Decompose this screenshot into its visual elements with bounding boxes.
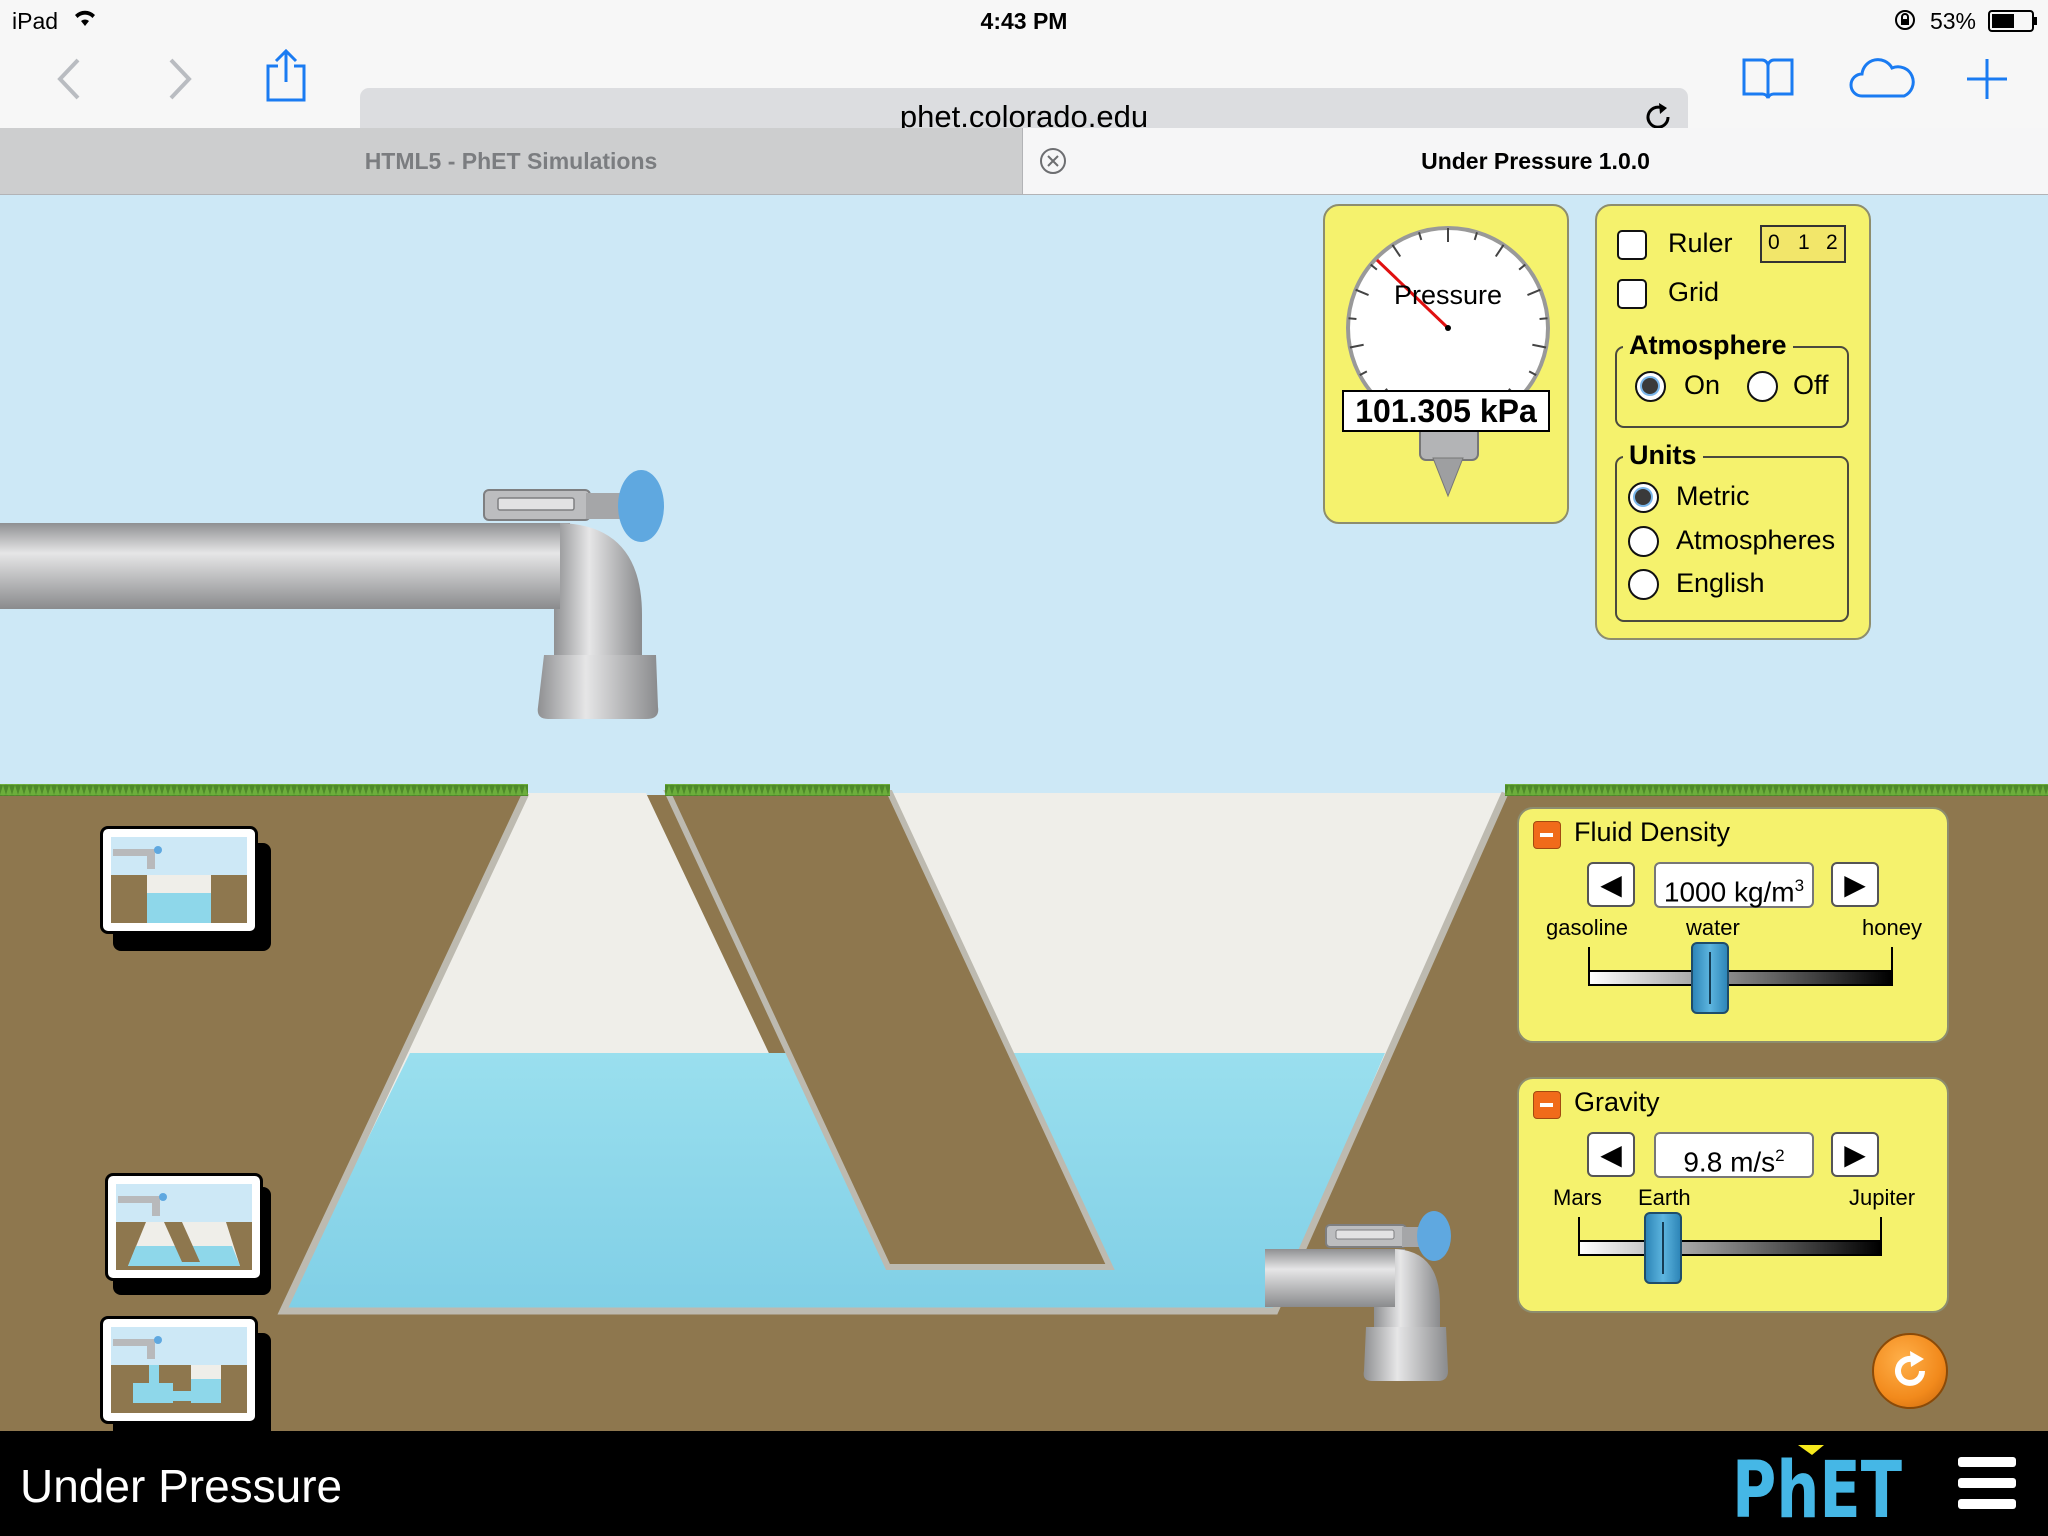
gravity-mid-label: Earth (1638, 1185, 1691, 1210)
scene-button-square-pool[interactable] (100, 826, 258, 934)
sim-title: Under Pressure (20, 1460, 343, 1512)
units-atmospheres-radio[interactable] (1628, 526, 1659, 557)
grass-middle (665, 784, 890, 796)
atmosphere-on-label: On (1684, 370, 1721, 400)
svg-text:PhET: PhET (1732, 1446, 1902, 1527)
square-pool-thumbnail (111, 837, 247, 923)
tab-title: Under Pressure 1.0.0 (1421, 148, 1650, 174)
atmosphere-title: Atmosphere (1623, 330, 1793, 361)
gravity-panel: Gravity ◀ 9.8 m/s2 ▶ Mars Earth Jupiter (1517, 1077, 1949, 1313)
fluid-density-slider-track[interactable] (1588, 970, 1893, 986)
scene-button-chamber-pool[interactable] (100, 1316, 258, 1424)
ruler-icon: 0 1 2 (1760, 225, 1846, 263)
fluid-density-title: Fluid Density (1574, 817, 1731, 847)
gravity-slider-thumb[interactable] (1644, 1212, 1683, 1284)
new-tab-button[interactable] (1964, 56, 2010, 107)
right-arrow-icon: ▶ (1844, 869, 1866, 900)
icloud-tabs-button[interactable] (1846, 56, 1918, 107)
gauge-readout: 101.305 kPa (1342, 390, 1550, 432)
atmosphere-off-radio[interactable] (1747, 371, 1778, 402)
gravity-decrease-button[interactable]: ◀ (1587, 1132, 1635, 1177)
close-tab-button[interactable] (1039, 147, 1067, 180)
left-arrow-icon: ◀ (1600, 1139, 1622, 1170)
plus-icon (1967, 59, 2007, 99)
atmosphere-on-radio[interactable] (1635, 371, 1666, 402)
reset-icon (1895, 1351, 1925, 1386)
fluid-density-panel: Fluid Density ◀ 1000 kg/m3 ▶ gasoline wa… (1517, 807, 1949, 1043)
reset-all-button[interactable] (1872, 1333, 1948, 1409)
fluid-density-mid-label: water (1686, 915, 1740, 940)
gauge-tick (1539, 317, 1548, 320)
share-icon (266, 48, 306, 102)
battery-icon (1988, 10, 2038, 38)
grid-checkbox[interactable] (1617, 279, 1647, 309)
phet-logo-icon: PhET (1732, 1445, 1902, 1536)
fluid-density-value: 1000 kg/m3 (1654, 862, 1814, 908)
hamburger-icon (1958, 1457, 2016, 1509)
gravity-collapse-button[interactable] (1533, 1091, 1561, 1119)
gravity-min-label: Mars (1553, 1185, 1602, 1210)
fluid-density-max-label: honey (1862, 915, 1922, 940)
browser-toolbar: phet.colorado.edu (0, 40, 2048, 146)
fluid-density-min-label: gasoline (1546, 915, 1628, 940)
phet-logo[interactable]: PhET (1732, 1441, 1902, 1536)
orientation-lock-icon (1893, 8, 1917, 38)
gauge-label: Pressure (1393, 280, 1503, 310)
units-title: Units (1623, 440, 1703, 471)
grass-left (0, 784, 528, 796)
menu-button[interactable] (1956, 1453, 2018, 1518)
gauge-dial (1346, 226, 1550, 498)
gravity-max-label: Jupiter (1849, 1185, 1916, 1210)
scene-button-trapezoid-pool[interactable] (105, 1173, 263, 1281)
battery-percent: 53% (1929, 8, 1976, 34)
units-metric-label: Metric (1676, 481, 1750, 511)
left-arrow-icon: ◀ (1600, 869, 1622, 900)
right-arrow-icon: ▶ (1844, 1139, 1866, 1170)
chamber-pool-thumbnail (111, 1327, 247, 1413)
top-faucet-graphic (0, 470, 664, 719)
gravity-slider-track[interactable] (1578, 1240, 1882, 1256)
fluid-density-collapse-button[interactable] (1533, 821, 1561, 849)
back-button[interactable] (54, 56, 84, 109)
atmosphere-off-label: Off (1793, 370, 1829, 400)
units-metric-radio[interactable] (1628, 482, 1659, 513)
fluid-density-increase-button[interactable]: ▶ (1831, 862, 1879, 907)
controls-panel: Ruler 0 1 2 Grid Atmosphere On Off Units… (1595, 204, 1871, 640)
top-faucet-handle[interactable] (590, 467, 666, 543)
trapezoid-pool-thumbnail (116, 1184, 252, 1270)
fluid-density-decrease-button[interactable]: ◀ (1587, 862, 1635, 907)
units-english-label: English (1676, 568, 1765, 598)
share-button[interactable] (262, 48, 310, 109)
units-english-radio[interactable] (1628, 569, 1659, 600)
tab-html5-phet[interactable]: HTML5 - PhET Simulations (0, 128, 1023, 194)
status-bar: iPad 4:43 PM 53% (0, 0, 2048, 40)
gravity-increase-button[interactable]: ▶ (1831, 1132, 1879, 1177)
bookmarks-button[interactable] (1740, 54, 1796, 107)
forward-button[interactable] (165, 56, 195, 109)
cloud-icon (1849, 58, 1915, 98)
grid-label: Grid (1668, 277, 1720, 307)
clock: 4:43 PM (980, 8, 1068, 34)
book-icon (1742, 58, 1794, 99)
ruler-label: Ruler (1668, 228, 1733, 258)
pressure-gauge[interactable]: Pressure 101.305 kPa (1323, 204, 1569, 524)
simulation-area: Pressure 101.305 kPa Ruler 0 1 2 Grid At… (0, 195, 2048, 1431)
grass-right (1505, 784, 2048, 796)
ruler-checkbox[interactable] (1617, 230, 1647, 260)
navigation-bar: Under Pressure PhET (0, 1431, 2048, 1536)
fluid-density-slider-thumb[interactable] (1691, 942, 1729, 1014)
tab-under-pressure[interactable]: Under Pressure 1.0.0 (1023, 128, 2048, 194)
gravity-title: Gravity (1574, 1087, 1660, 1117)
gauge-tick (1348, 317, 1357, 320)
bottom-faucet-handle[interactable] (1410, 1205, 1460, 1265)
tab-bar: HTML5 - PhET Simulations Under Pressure … (0, 128, 2048, 195)
close-icon (1040, 148, 1066, 174)
units-atmospheres-label: Atmospheres (1676, 525, 1836, 555)
gravity-value: 9.8 m/s2 (1654, 1132, 1814, 1178)
